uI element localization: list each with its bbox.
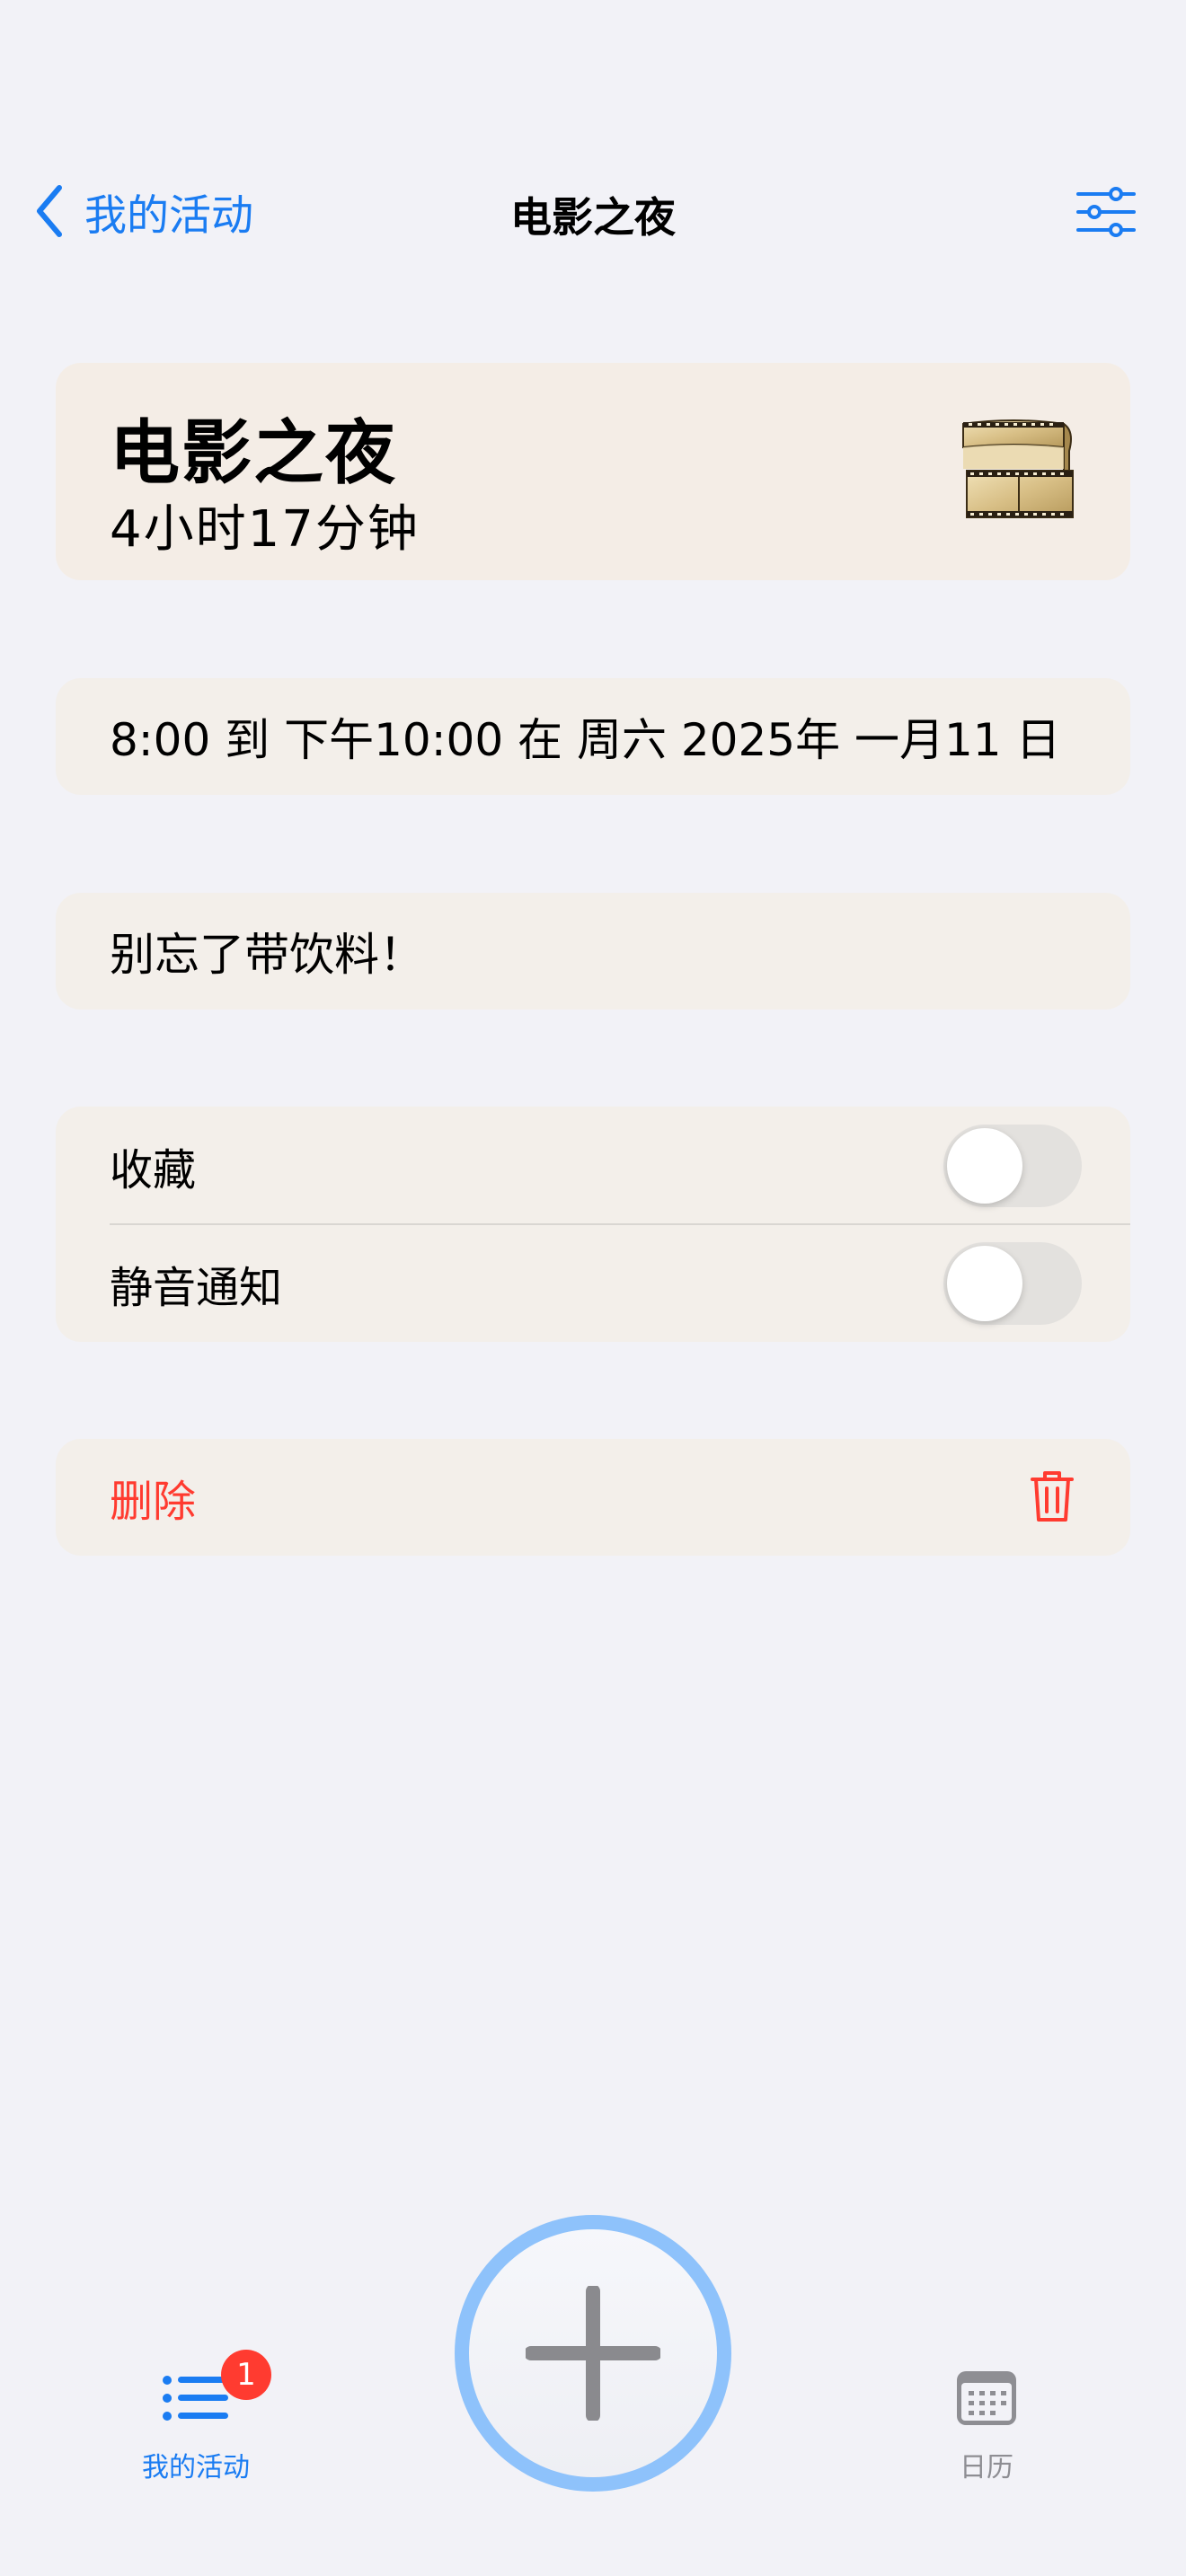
toggles-card: 收藏 静音通知 xyxy=(56,1107,1130,1342)
plus-icon xyxy=(526,2286,660,2421)
add-activity-button[interactable] xyxy=(455,2215,731,2492)
list-icon xyxy=(163,2376,228,2421)
toggle-knob xyxy=(947,1128,1022,1204)
note-card[interactable]: 别忘了带饮料！ xyxy=(56,893,1130,1010)
tab-my-activities-label: 我的活动 xyxy=(142,2452,250,2483)
favorite-label: 收藏 xyxy=(110,1144,197,1195)
mute-notifications-label: 静音通知 xyxy=(110,1262,283,1313)
mute-notifications-toggle[interactable] xyxy=(943,1242,1082,1325)
notification-badge: 1 xyxy=(221,2350,271,2400)
event-note: 别忘了带饮料！ xyxy=(110,929,424,981)
event-header-card: 电影之夜 4小时17分钟 xyxy=(56,363,1130,580)
page-title: 电影之夜 xyxy=(510,193,676,242)
event-title: 电影之夜 xyxy=(110,413,398,494)
event-duration: 4小时17分钟 xyxy=(110,500,420,559)
calendar-icon xyxy=(957,2371,1016,2425)
toggle-knob xyxy=(947,1246,1022,1321)
add-button-face xyxy=(469,2229,717,2477)
delete-label: 删除 xyxy=(110,1477,197,1527)
film-reel-icon xyxy=(962,419,1074,518)
delete-button[interactable]: 删除 xyxy=(56,1439,1130,1556)
trash-icon xyxy=(1031,1471,1074,1522)
sliders-icon xyxy=(1076,187,1136,237)
tab-calendar[interactable]: 日历 xyxy=(870,2362,1103,2484)
navigation-bar: 我的活动 电影之夜 xyxy=(0,171,1186,251)
datetime-card[interactable]: 8:00 到 下午10:00 在 周六 2025年 一月11 日 xyxy=(56,678,1130,795)
mute-notifications-row: 静音通知 xyxy=(56,1224,1130,1342)
favorite-row: 收藏 xyxy=(56,1107,1130,1225)
favorite-toggle[interactable] xyxy=(943,1125,1082,1207)
filter-button[interactable] xyxy=(1075,185,1137,239)
event-datetime: 8:00 到 下午10:00 在 周六 2025年 一月11 日 xyxy=(110,714,1061,766)
tab-my-activities[interactable]: 1 我的活动 xyxy=(79,2350,313,2484)
tab-calendar-label: 日历 xyxy=(960,2452,1013,2483)
